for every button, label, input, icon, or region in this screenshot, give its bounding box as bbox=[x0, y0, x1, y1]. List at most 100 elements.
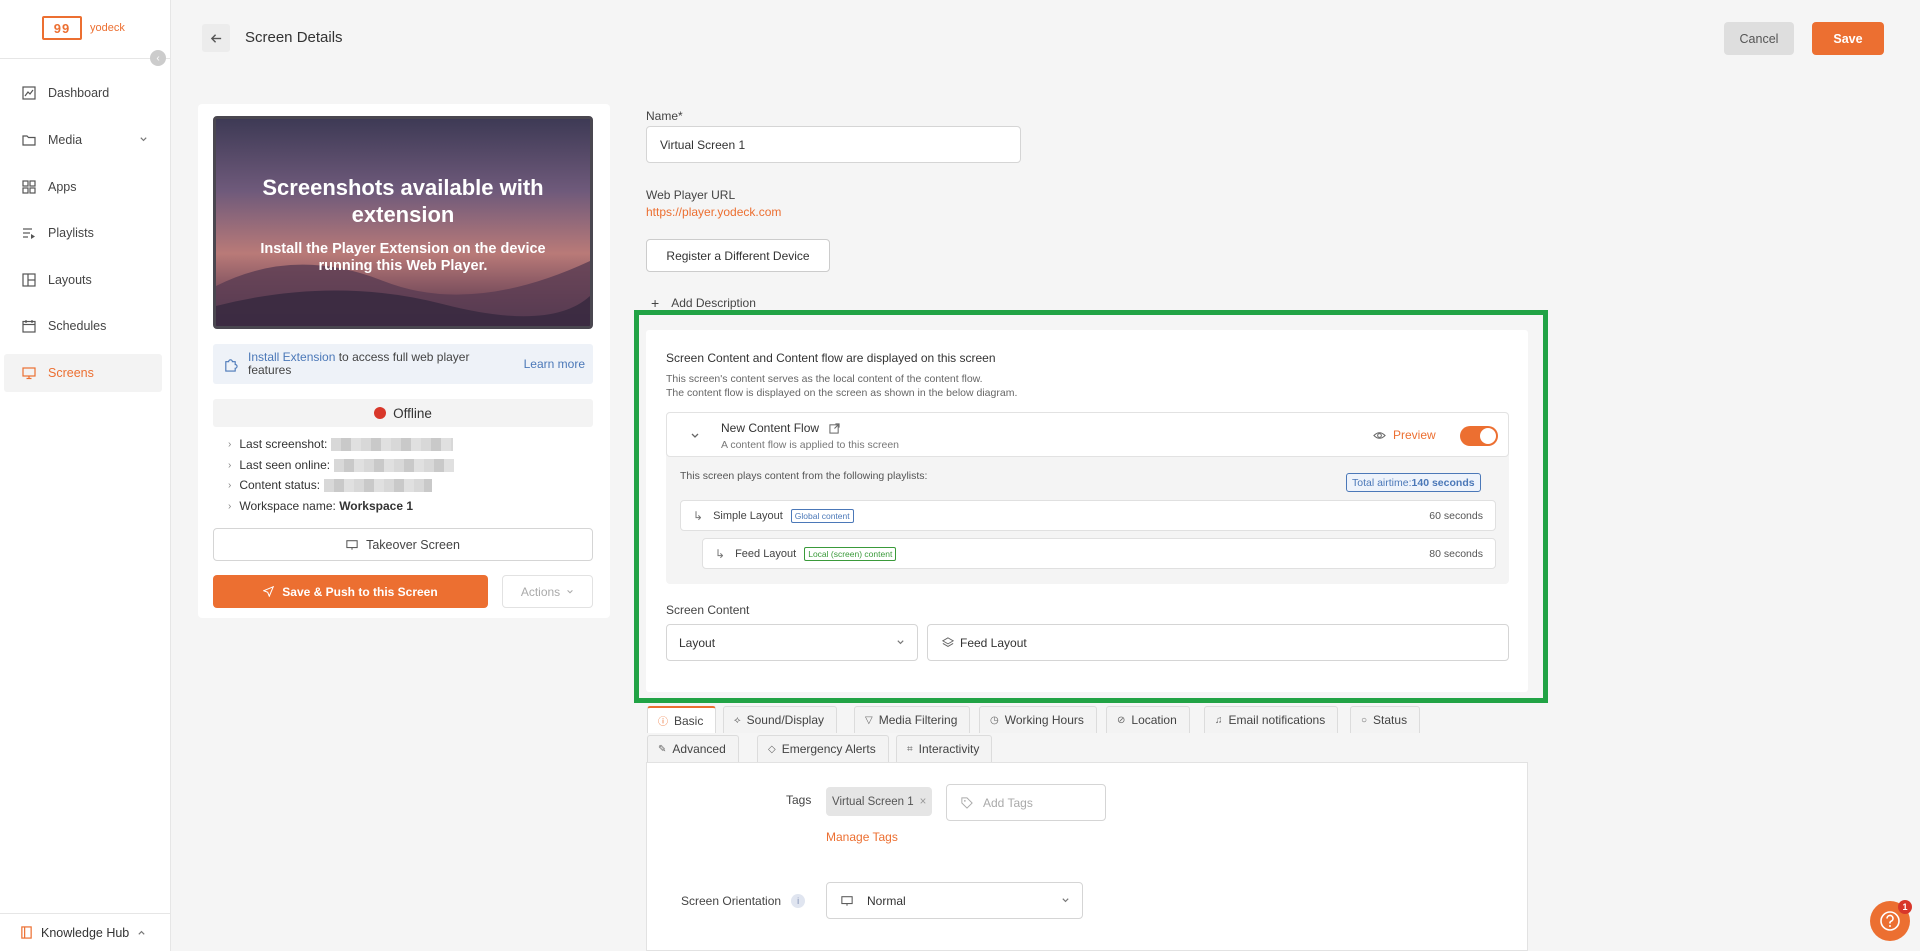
tab-location[interactable]: ⊘ Location bbox=[1106, 706, 1190, 733]
content-flow-toggle[interactable] bbox=[1460, 426, 1498, 446]
manage-tags-link[interactable]: Manage Tags bbox=[826, 830, 898, 844]
playlist-name: Simple Layout bbox=[713, 509, 783, 522]
tab-status[interactable]: ○ Status bbox=[1350, 706, 1421, 733]
last-screenshot-label: Last screenshot: bbox=[239, 437, 328, 451]
redacted-value bbox=[334, 458, 455, 472]
tab-basic[interactable]: ⓘ Basic bbox=[647, 706, 717, 733]
content-type-value: Layout bbox=[679, 635, 716, 650]
tab-media-filtering[interactable]: ▽ Media Filtering bbox=[854, 706, 971, 733]
airtime-label: Total airtime: bbox=[1352, 476, 1412, 489]
alert-icon: ◇ bbox=[768, 743, 776, 755]
tab-emergency-alerts[interactable]: ◇ Emergency Alerts bbox=[757, 735, 889, 762]
tab-label: Sound/Display bbox=[746, 713, 825, 727]
sound-icon: ⟡ bbox=[734, 714, 741, 726]
content-status-row[interactable]: › Content status: bbox=[228, 478, 433, 492]
web-player-url-link[interactable]: https://player.yodeck.com bbox=[646, 205, 781, 219]
total-airtime-badge: Total airtime: 140 seconds bbox=[1346, 473, 1481, 492]
collapse-sidebar-icon[interactable]: ‹ bbox=[150, 50, 166, 66]
content-flow-name[interactable]: New Content Flow bbox=[721, 421, 840, 435]
tab-interactivity[interactable]: ⌗ Interactivity bbox=[896, 735, 993, 762]
sidebar-item-schedules[interactable]: Schedules bbox=[4, 307, 162, 345]
learn-more-link[interactable]: Learn more bbox=[524, 357, 585, 371]
back-button[interactable] bbox=[202, 24, 230, 52]
tab-sound-display[interactable]: ⟡ Sound/Display bbox=[723, 706, 838, 733]
sidebar-item-dashboard[interactable]: Dashboard bbox=[4, 74, 162, 112]
description-line: The content flow is displayed on the scr… bbox=[666, 387, 1018, 399]
external-link-icon[interactable] bbox=[829, 422, 840, 434]
tag-chip[interactable]: Virtual Screen 1 × bbox=[826, 787, 933, 816]
last-seen-row[interactable]: › Last seen online: bbox=[228, 458, 455, 472]
save-button[interactable]: Save bbox=[1812, 22, 1884, 55]
add-description-button[interactable]: + Add Description bbox=[651, 295, 756, 311]
basic-tab-panel: Tags Virtual Screen 1 × Add Tags Manage … bbox=[646, 762, 1528, 951]
plus-icon: + bbox=[651, 295, 660, 311]
takeover-screen-button[interactable]: Takeover Screen bbox=[213, 528, 593, 561]
sidebar-item-media[interactable]: Media bbox=[4, 121, 162, 159]
tab-advanced[interactable]: ✎ Advanced bbox=[647, 735, 739, 762]
workspace-row[interactable]: › Workspace name: Workspace 1 bbox=[228, 499, 413, 513]
chevron-right-icon: › bbox=[228, 438, 232, 450]
install-extension-link[interactable]: Install Extension bbox=[248, 350, 335, 364]
content-status-label: Content status: bbox=[239, 478, 321, 492]
notification-badge: 1 bbox=[1898, 900, 1912, 914]
sidebar-item-playlists[interactable]: Playlists bbox=[4, 214, 162, 252]
interactivity-icon: ⌗ bbox=[907, 743, 913, 755]
status-label: Offline bbox=[393, 405, 432, 421]
status-icon: ○ bbox=[1361, 714, 1368, 726]
playlists-intro: This screen plays content from the follo… bbox=[680, 470, 928, 482]
chevron-right-icon: › bbox=[228, 500, 232, 512]
playlist-row[interactable]: ↳ Simple Layout Global content 60 second… bbox=[680, 500, 1496, 531]
bell-icon: ♫ bbox=[1215, 714, 1223, 726]
last-screenshot-row[interactable]: › Last screenshot: bbox=[228, 437, 454, 451]
chevron-down-icon bbox=[567, 589, 573, 594]
actions-dropdown[interactable]: Actions bbox=[502, 575, 593, 608]
chevron-down-icon bbox=[1062, 898, 1069, 903]
tab-working-hours[interactable]: ◷ Working Hours bbox=[979, 706, 1097, 733]
redacted-value bbox=[331, 437, 454, 451]
knowledge-hub-button[interactable]: Knowledge Hub bbox=[0, 913, 171, 951]
send-icon bbox=[263, 586, 275, 597]
preview-label: Preview bbox=[1393, 428, 1436, 442]
save-push-button[interactable]: Save & Push to this Screen bbox=[213, 575, 488, 608]
content-flow-header[interactable]: New Content Flow A content flow is appli… bbox=[666, 412, 1509, 457]
cancel-button[interactable]: Cancel bbox=[1724, 22, 1794, 55]
airtime-value: 140 seconds bbox=[1411, 476, 1475, 489]
chevron-up-icon bbox=[138, 930, 145, 935]
monitor-icon bbox=[841, 895, 853, 906]
preview-title: Screenshots available with extension bbox=[262, 175, 544, 227]
name-input[interactable]: Virtual Screen 1 bbox=[646, 126, 1021, 163]
info-icon[interactable]: i bbox=[791, 894, 806, 908]
eye-icon bbox=[1373, 431, 1386, 439]
content-type-select[interactable]: Layout bbox=[666, 624, 918, 661]
puzzle-icon bbox=[225, 358, 238, 372]
content-item-select[interactable]: Feed Layout bbox=[927, 624, 1509, 661]
compass-icon: ⊘ bbox=[1117, 714, 1126, 726]
tab-email-notifications[interactable]: ♫ Email notifications bbox=[1204, 706, 1339, 733]
add-description-label: Add Description bbox=[671, 296, 756, 310]
actions-label: Actions bbox=[520, 584, 561, 599]
sidebar-item-label: Schedules bbox=[48, 319, 107, 333]
chevron-down-icon[interactable] bbox=[690, 431, 700, 441]
arrow-left-icon bbox=[210, 33, 221, 43]
sidebar-item-apps[interactable]: Apps bbox=[4, 168, 162, 206]
yodeck-logo[interactable]: 99 yodeck bbox=[42, 16, 125, 40]
register-device-button[interactable]: Register a Different Device bbox=[646, 239, 830, 272]
question-icon bbox=[1880, 911, 1900, 931]
chevron-down-icon bbox=[140, 137, 147, 142]
preview-subtitle: Install the Player Extension on the devi… bbox=[260, 241, 546, 274]
tags-label: Tags bbox=[786, 793, 812, 807]
orientation-select[interactable]: Normal bbox=[826, 882, 1083, 919]
sidebar-item-layouts[interactable]: Layouts bbox=[4, 261, 162, 299]
redacted-value bbox=[324, 478, 433, 492]
playlist-row[interactable]: ↳ Feed Layout Local (screen) content 80 … bbox=[702, 538, 1496, 569]
workspace-value: Workspace 1 bbox=[339, 499, 414, 513]
tab-label: Emergency Alerts bbox=[781, 742, 876, 756]
knowledge-hub-label: Knowledge Hub bbox=[41, 925, 130, 940]
page-title: Screen Details bbox=[245, 29, 343, 46]
close-icon[interactable]: × bbox=[920, 796, 927, 808]
sidebar-item-label: Layouts bbox=[48, 273, 92, 287]
sidebar-item-screens[interactable]: Screens bbox=[4, 354, 162, 392]
preview-link[interactable]: Preview bbox=[1373, 428, 1436, 442]
folder-icon bbox=[22, 135, 36, 146]
add-tags-input[interactable]: Add Tags bbox=[946, 784, 1106, 821]
